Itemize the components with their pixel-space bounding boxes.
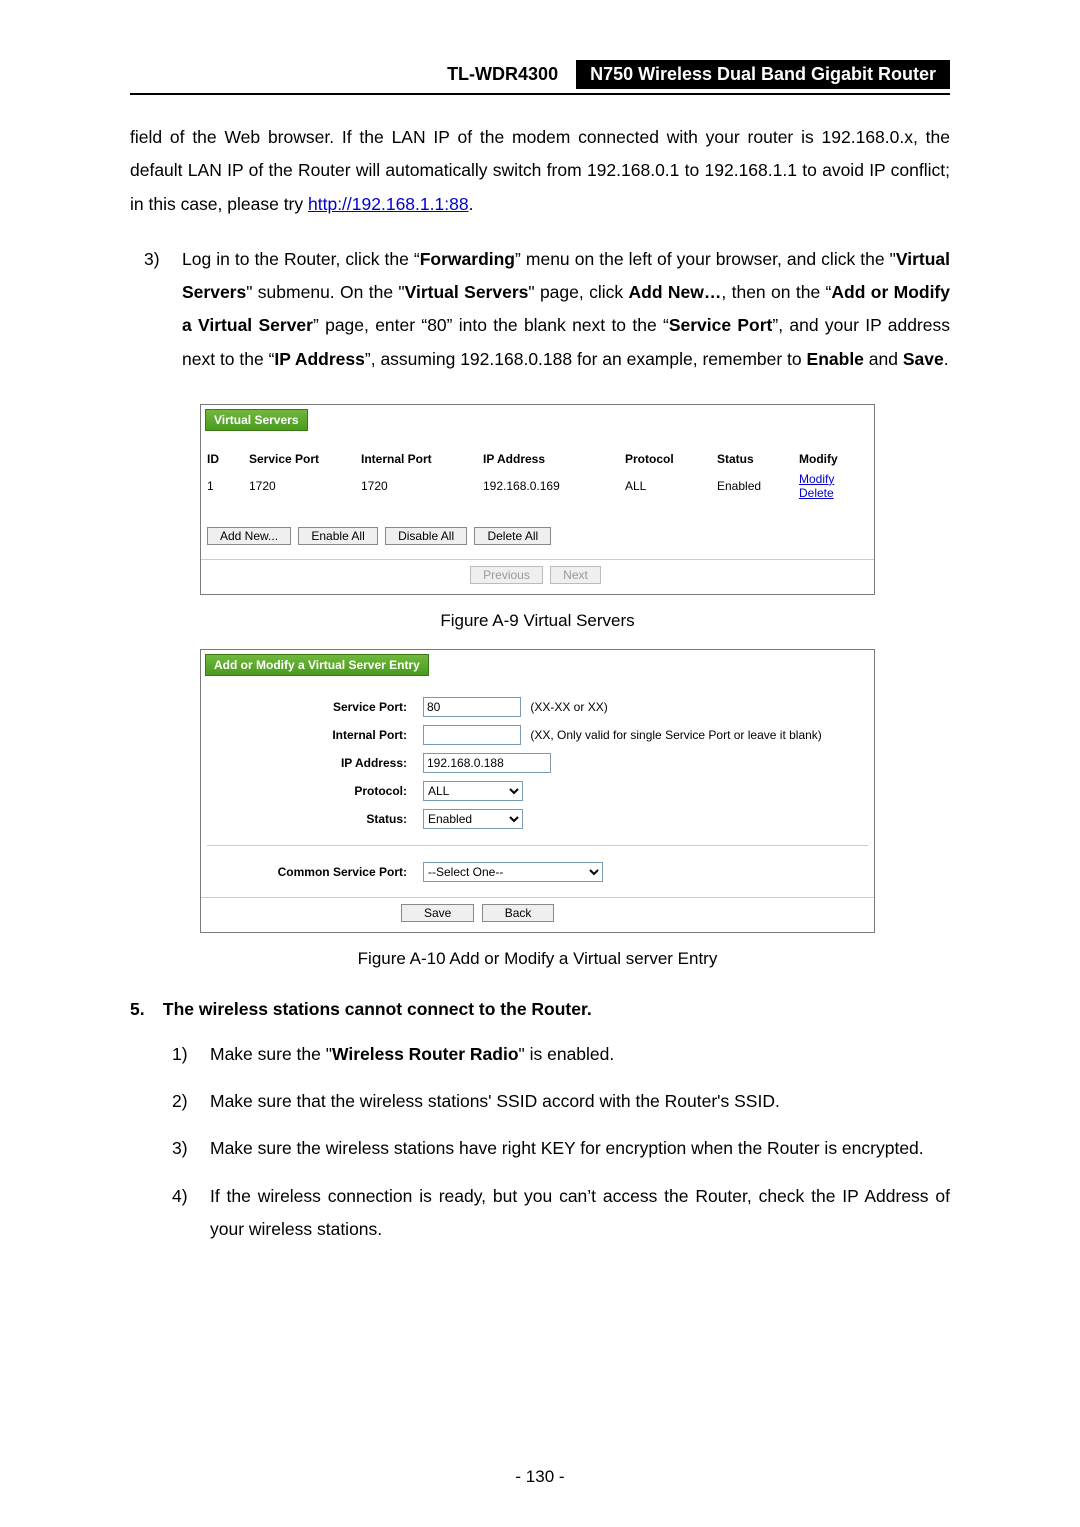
col-internal-port: Internal Port bbox=[355, 449, 477, 469]
label-common-service-port: Common Service Port: bbox=[203, 859, 417, 885]
enable-all-button[interactable]: Enable All bbox=[298, 527, 377, 545]
label-internal-port: Internal Port: bbox=[203, 722, 417, 748]
col-id: ID bbox=[201, 449, 243, 469]
col-service-port: Service Port bbox=[243, 449, 355, 469]
list-item: 2) Make sure that the wireless stations'… bbox=[172, 1085, 950, 1118]
button-row: Add New... Enable All Disable All Delete… bbox=[207, 527, 874, 545]
list-item: 1) Make sure the "Wireless Router Radio"… bbox=[172, 1038, 950, 1071]
form-table: Service Port: (XX-XX or XX) Internal Por… bbox=[201, 692, 874, 887]
service-port-input[interactable] bbox=[423, 697, 521, 717]
table-header-row: ID Service Port Internal Port IP Address… bbox=[201, 449, 874, 469]
modify-link[interactable]: Modify bbox=[799, 472, 834, 486]
cell-id: 1 bbox=[201, 469, 243, 503]
q5-number: 5. bbox=[130, 999, 158, 1020]
add-modify-title: Add or Modify a Virtual Server Entry bbox=[205, 654, 429, 676]
cell-service-port: 1720 bbox=[243, 469, 355, 503]
delete-all-button[interactable]: Delete All bbox=[474, 527, 551, 545]
col-protocol: Protocol bbox=[619, 449, 711, 469]
intro-text-a: field of the Web browser. If the LAN IP … bbox=[130, 127, 950, 214]
back-button[interactable]: Back bbox=[482, 904, 555, 922]
cell-internal-port: 1720 bbox=[355, 469, 477, 503]
virtual-servers-title: Virtual Servers bbox=[205, 409, 308, 431]
protocol-select[interactable]: ALL bbox=[423, 781, 523, 801]
cell-modify: Modify Delete bbox=[793, 469, 874, 503]
add-new-button[interactable]: Add New... bbox=[207, 527, 291, 545]
add-modify-panel: Add or Modify a Virtual Server Entry Ser… bbox=[200, 649, 875, 933]
label-ip-address: IP Address: bbox=[203, 750, 417, 776]
page-number: - 130 - bbox=[0, 1467, 1080, 1487]
question-5: 5. The wireless stations cannot connect … bbox=[130, 999, 950, 1020]
cell-status: Enabled bbox=[711, 469, 793, 503]
step-3-number: 3) bbox=[144, 243, 178, 276]
list-item: 3) Make sure the wireless stations have … bbox=[172, 1132, 950, 1165]
figure-a9-caption: Figure A-9 Virtual Servers bbox=[200, 611, 875, 631]
common-service-port-select[interactable]: --Select One-- bbox=[423, 862, 603, 882]
previous-button[interactable]: Previous bbox=[470, 566, 543, 584]
save-button[interactable]: Save bbox=[401, 904, 474, 922]
intro-link[interactable]: http://192.168.1.1:88 bbox=[308, 194, 469, 214]
intro-paragraph: field of the Web browser. If the LAN IP … bbox=[130, 121, 950, 221]
q5-text: The wireless stations cannot connect to … bbox=[163, 999, 592, 1019]
q5-sublist: 1) Make sure the "Wireless Router Radio"… bbox=[172, 1038, 950, 1246]
virtual-servers-table: ID Service Port Internal Port IP Address… bbox=[201, 449, 874, 503]
step-3: 3) Log in to the Router, click the “Forw… bbox=[144, 243, 950, 376]
intro-text-b: . bbox=[469, 194, 474, 214]
cell-protocol: ALL bbox=[619, 469, 711, 503]
disable-all-button[interactable]: Disable All bbox=[385, 527, 467, 545]
page-header: TL-WDR4300 N750 Wireless Dual Band Gigab… bbox=[130, 60, 950, 89]
label-status: Status: bbox=[203, 806, 417, 832]
col-status: Status bbox=[711, 449, 793, 469]
model-label: TL-WDR4300 bbox=[447, 60, 576, 89]
col-modify: Modify bbox=[793, 449, 874, 469]
internal-port-input[interactable] bbox=[423, 725, 521, 745]
virtual-servers-panel: Virtual Servers ID Service Port Internal… bbox=[200, 404, 875, 595]
service-port-hint: (XX-XX or XX) bbox=[530, 700, 607, 714]
step-3-text: Log in to the Router, click the “Forward… bbox=[182, 243, 950, 376]
internal-port-hint: (XX, Only valid for single Service Port … bbox=[530, 728, 821, 742]
form-button-row: Save Back bbox=[201, 897, 874, 932]
figure-a10-caption: Figure A-10 Add or Modify a Virtual serv… bbox=[200, 949, 875, 969]
table-row: 1 1720 1720 192.168.0.169 ALL Enabled Mo… bbox=[201, 469, 874, 503]
cell-ip-address: 192.168.0.169 bbox=[477, 469, 619, 503]
label-protocol: Protocol: bbox=[203, 778, 417, 804]
product-label: N750 Wireless Dual Band Gigabit Router bbox=[576, 60, 950, 89]
nav-row: Previous Next bbox=[201, 559, 874, 594]
status-select[interactable]: Enabled bbox=[423, 809, 523, 829]
header-rule bbox=[130, 93, 950, 95]
next-button[interactable]: Next bbox=[550, 566, 601, 584]
label-service-port: Service Port: bbox=[203, 694, 417, 720]
delete-link[interactable]: Delete bbox=[799, 486, 834, 500]
list-item: 4) If the wireless connection is ready, … bbox=[172, 1180, 950, 1247]
col-ip-address: IP Address bbox=[477, 449, 619, 469]
ip-address-input[interactable] bbox=[423, 753, 551, 773]
